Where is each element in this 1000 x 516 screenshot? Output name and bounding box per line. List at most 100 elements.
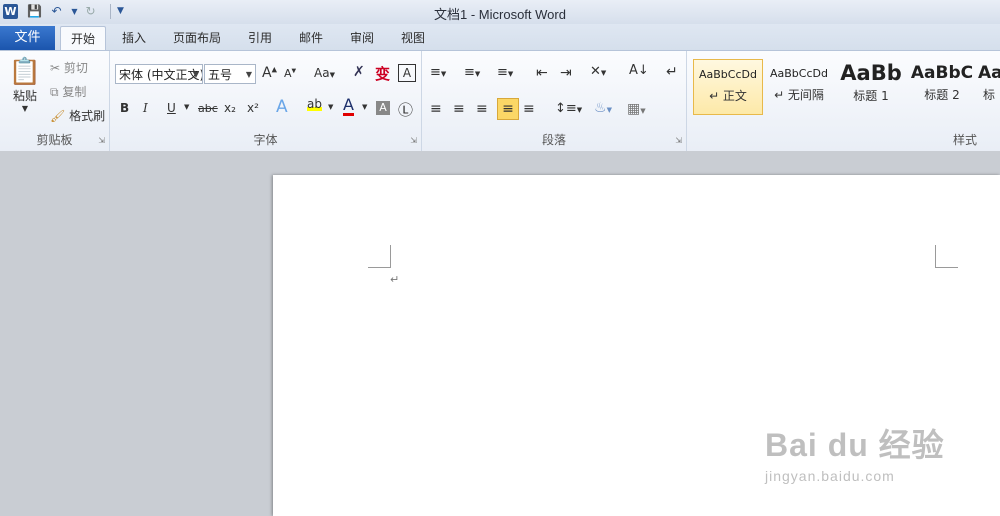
format-painter-label: 格式刷 — [69, 109, 106, 123]
align-right-icon[interactable]: ≡ — [476, 101, 488, 117]
align-center-icon[interactable]: ≡ — [453, 101, 465, 117]
paragraph-mark: ↵ — [390, 273, 400, 286]
styles-group-label: 样式 — [952, 133, 977, 147]
copy-icon: ⧉ — [50, 85, 59, 99]
decrease-indent-icon[interactable]: ⇤ — [536, 65, 548, 81]
align-left-icon[interactable]: ≡ — [430, 101, 442, 117]
style-name: ↵ 正文 — [709, 89, 747, 103]
clear-formatting-icon[interactable]: ✗ — [353, 64, 365, 80]
styles-group: AaBbCcDd ↵ 正文 AaBbCcDd ↵ 无间隔 AaBb 标题 1 A… — [687, 51, 1000, 151]
tab-references[interactable]: 引用 — [238, 26, 282, 50]
chinese-layout-icon[interactable]: ✕▼ — [590, 64, 606, 79]
font-size-select[interactable]: 五号 ▼ — [204, 64, 256, 84]
tab-file[interactable]: 文件 — [0, 26, 55, 50]
style-preview: AaBbCcDd — [699, 68, 757, 81]
copy-label: 复制 — [62, 85, 87, 99]
multilevel-list-icon[interactable]: ≡▼ — [497, 65, 513, 80]
underline-dropdown-icon[interactable]: ▼ — [184, 103, 189, 111]
bold-button[interactable]: B — [120, 101, 129, 115]
show-marks-icon[interactable]: ↵ — [666, 64, 678, 80]
style-preview: AaBb — [840, 61, 902, 85]
tab-mailings[interactable]: 邮件 — [289, 26, 333, 50]
style-preview: AaBbC — [910, 63, 974, 83]
bullets-icon[interactable]: ≡▼ — [430, 65, 446, 80]
cut-button[interactable]: ✂ 剪切 — [50, 59, 88, 76]
style-name: 标题 1 — [853, 89, 889, 103]
paragraph-group-label: 段落 — [541, 133, 566, 147]
format-painter-button[interactable]: 🖌 格式刷 — [50, 107, 105, 124]
underline-button[interactable]: U — [167, 101, 176, 115]
phonetic-guide-icon[interactable]: 变 — [375, 63, 390, 84]
ribbon: 📋 粘贴 ▼ ✂ 剪切 ⧉ 复制 🖌 格式刷 剪贴板 ⇲ 宋体 (中文正文) ▼… — [0, 50, 1000, 152]
paragraph-launcher-icon[interactable]: ⇲ — [675, 136, 682, 145]
font-color-dropdown-icon[interactable]: ▼ — [362, 103, 367, 111]
font-size-value: 五号 — [208, 68, 233, 82]
font-name-value: 宋体 (中文正文) — [119, 68, 203, 82]
line-spacing-icon[interactable]: ↕≡▼ — [555, 101, 582, 116]
highlight-icon[interactable]: ab — [307, 97, 322, 111]
numbering-icon[interactable]: ≡▼ — [464, 65, 480, 80]
style-name: 标题 2 — [924, 88, 960, 102]
ribbon-tabs: 文件 开始 插入 页面布局 引用 邮件 审阅 视图 — [0, 24, 1000, 51]
grow-font-button[interactable]: A▲ — [262, 65, 277, 81]
style-name: 标 — [982, 88, 995, 102]
window-title: 文档1 - Microsoft Word — [434, 7, 566, 22]
chevron-down-icon: ▼ — [192, 70, 199, 79]
style-no-spacing[interactable]: AaBbCcDd ↵ 无间隔 — [764, 59, 834, 115]
style-preview: AaBbCcDd — [770, 67, 828, 80]
tab-view[interactable]: 视图 — [391, 26, 435, 50]
style-heading-2[interactable]: AaBbC 标题 2 — [907, 59, 977, 115]
font-launcher-icon[interactable]: ⇲ — [410, 136, 417, 145]
margin-corner-right — [935, 245, 958, 268]
style-name: ↵ 无间隔 — [774, 88, 824, 102]
shading-icon[interactable]: ♨▼ — [594, 100, 612, 116]
enclose-characters-icon[interactable]: Ⓛ — [398, 99, 413, 120]
font-name-select[interactable]: 宋体 (中文正文) ▼ — [115, 64, 203, 84]
distributed-icon[interactable]: ≡ — [523, 101, 535, 117]
justify-icon[interactable]: ≡ — [497, 98, 519, 120]
paste-label: 粘贴 — [12, 89, 37, 103]
tab-page-layout[interactable]: 页面布局 — [163, 26, 231, 50]
scissors-icon: ✂ — [50, 61, 61, 75]
shrink-font-button[interactable]: A▼ — [284, 67, 296, 80]
paste-dropdown-icon[interactable]: ▼ — [8, 104, 42, 113]
subscript-button[interactable]: x₂ — [224, 101, 236, 115]
watermark-main: Bai du 经验 — [765, 427, 945, 463]
style-title[interactable]: Aa 标 — [978, 59, 1000, 115]
change-case-button[interactable]: Aa▼ — [314, 66, 335, 80]
shrink-font-icon: A — [284, 67, 292, 80]
grow-font-icon: A — [262, 65, 272, 81]
title-bar: W 💾 ↶ ▼ ↻ ▼ 文档1 - Microsoft Word — [0, 0, 1000, 25]
tab-insert[interactable]: 插入 — [112, 26, 156, 50]
sort-icon[interactable]: A↓ — [629, 63, 649, 78]
superscript-button[interactable]: x² — [247, 101, 259, 115]
paste-button[interactable]: 📋 粘贴 ▼ — [8, 57, 42, 113]
tab-home[interactable]: 开始 — [60, 26, 107, 51]
clipboard-group-label: 剪贴板 — [36, 133, 73, 147]
highlight-dropdown-icon[interactable]: ▼ — [328, 103, 333, 111]
character-border-icon[interactable]: A — [398, 64, 416, 82]
style-heading-1[interactable]: AaBb 标题 1 — [836, 59, 906, 115]
strikethrough-button[interactable]: abc — [198, 102, 218, 115]
brush-icon: 🖌 — [50, 109, 66, 123]
paragraph-group: ≡▼ ≡▼ ≡▼ ⇤ ⇥ ✕▼ A↓ ↵ ≡ ≡ ≡ ≡ ≡ ↕≡▼ ♨▼ ▦▼… — [422, 51, 687, 151]
watermark-url: jingyan.baidu.com — [765, 468, 895, 484]
cut-label: 剪切 — [63, 61, 88, 75]
increase-indent-icon[interactable]: ⇥ — [560, 65, 572, 81]
margin-corner-left — [368, 245, 391, 268]
copy-button[interactable]: ⧉ 复制 — [50, 83, 86, 100]
clipboard-launcher-icon[interactable]: ⇲ — [98, 136, 105, 145]
borders-icon[interactable]: ▦▼ — [627, 101, 646, 117]
clipboard-group: 📋 粘贴 ▼ ✂ 剪切 ⧉ 复制 🖌 格式刷 剪贴板 ⇲ — [0, 51, 110, 151]
tab-review[interactable]: 审阅 — [340, 26, 384, 50]
character-shading-icon[interactable]: A — [376, 101, 390, 115]
style-preview: Aa — [978, 63, 1000, 83]
style-normal[interactable]: AaBbCcDd ↵ 正文 — [693, 59, 763, 115]
font-group: 宋体 (中文正文) ▼ 五号 ▼ A▲ A▼ Aa▼ ✗ 变 A B I U ▼… — [110, 51, 422, 151]
italic-button[interactable]: I — [143, 101, 148, 115]
font-color-button[interactable]: A — [343, 97, 354, 116]
chevron-down-icon: ▼ — [245, 70, 252, 79]
font-group-label: 字体 — [253, 133, 278, 147]
text-effects-icon[interactable]: A — [276, 97, 288, 117]
clipboard-icon: 📋 — [8, 57, 42, 87]
